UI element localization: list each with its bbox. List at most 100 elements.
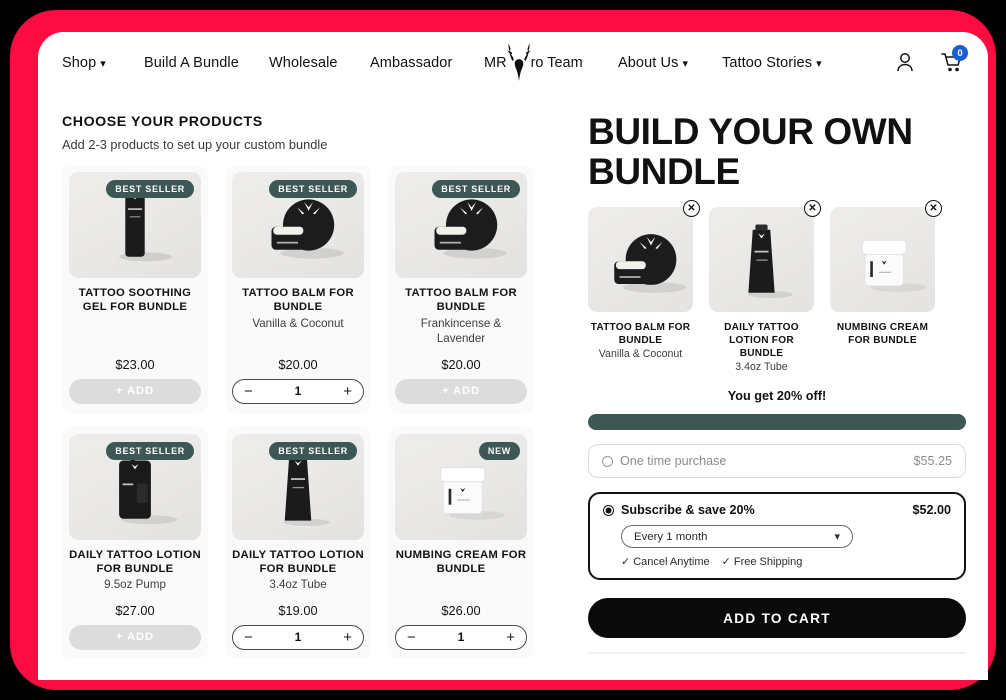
subscription-frequency-select[interactable]: Every 1 month ▾ — [621, 525, 853, 549]
page-title: BUILD YOUR OWN BUNDLE — [588, 111, 913, 192]
product-card[interactable]: BEST SELLER DAILY TATTOO LOTION FOR BUND… — [225, 426, 371, 659]
product-image: BEST SELLER — [69, 433, 201, 540]
bundle-summary-panel: BUILD YOUR OWN BUNDLE ✕ TATTOO BALM FOR … — [566, 94, 988, 680]
browser-viewport: Shop ▾ Build A Bundle Wholesale Ambassad… — [38, 32, 988, 680]
increase-quantity-button[interactable]: + — [506, 630, 515, 645]
product-image: BEST SELLER — [69, 172, 201, 278]
product-image: BEST SELLER — [232, 433, 364, 540]
product-name: DAILY TATTOO LOTION FOR BUNDLE — [69, 548, 201, 575]
product-price: $19.00 — [278, 602, 318, 618]
cart-button[interactable]: 0 — [941, 45, 968, 78]
user-icon — [897, 53, 913, 72]
nav-link-label: About Us — [618, 55, 679, 71]
product-chooser-panel: CHOOSE YOUR PRODUCTS Add 2-3 products to… — [38, 94, 566, 680]
quantity-stepper[interactable]: − 1 + — [395, 624, 527, 650]
cart-count-badge: 0 — [952, 45, 968, 61]
add-product-button[interactable]: + ADD — [69, 624, 201, 650]
chevron-down-icon: ▾ — [816, 57, 822, 70]
radio-subscribe-save[interactable] — [603, 504, 614, 516]
perk-label: Cancel Anytime — [633, 556, 710, 569]
selected-product-image — [588, 207, 693, 313]
remove-product-button[interactable]: ✕ — [683, 200, 700, 218]
quantity-stepper[interactable]: − 1 + — [232, 378, 364, 404]
perk-cancel-anytime: ✓ Cancel Anytime — [621, 555, 710, 568]
perk-label: Free Shipping — [733, 556, 803, 569]
logo-suffix: ro Team — [530, 55, 583, 71]
option-price: $55.25 — [913, 454, 952, 469]
product-variant: Vanilla & Coconut — [252, 316, 344, 330]
chevron-down-icon: ▾ — [682, 57, 689, 70]
product-variant: 9.5oz Pump — [104, 578, 166, 592]
nav-link-label: Ambassador — [370, 55, 453, 71]
decrease-quantity-button[interactable]: − — [407, 630, 416, 645]
selected-product: ✕ NUMBING CREAM FOR BUNDLE — [830, 200, 942, 373]
nav-link-label: Shop — [62, 55, 97, 71]
bundle-progress-bar — [588, 414, 966, 431]
choose-products-heading: CHOOSE YOUR PRODUCTS — [62, 114, 263, 130]
product-name: TATTOO BALM FOR BUNDLE — [242, 287, 354, 314]
product-grid: BEST SELLER TATTOO SOOTHING GEL FOR BUND… — [62, 165, 544, 659]
remove-product-button[interactable]: ✕ — [925, 200, 942, 218]
pink-page-frame: Shop ▾ Build A Bundle Wholesale Ambassad… — [10, 10, 996, 690]
quantity-value: 1 — [294, 630, 302, 645]
selected-product: ✕ DAILY TATTOO LOTION FOR BUNDLE 3.4oz T… — [709, 200, 821, 373]
decrease-quantity-button[interactable]: − — [244, 630, 253, 645]
selected-product-name: DAILY TATTOO LOTION FOR BUNDLE — [724, 322, 799, 360]
radio-one-time-purchase[interactable] — [602, 455, 613, 467]
selected-products-list: ✕ TATTOO BALM FOR BUNDLE Vanilla & Cocon… — [588, 200, 966, 373]
option-label: One time purchase — [620, 454, 727, 469]
nav-link-build-a-bundle[interactable]: Build A Bundle — [144, 55, 239, 71]
selected-product: ✕ TATTOO BALM FOR BUNDLE Vanilla & Cocon… — [588, 200, 700, 373]
nav-link-shop[interactable]: Shop ▾ — [62, 55, 106, 71]
selected-product-image — [830, 207, 935, 313]
product-price: $26.00 — [441, 602, 481, 618]
quantity-stepper[interactable]: − 1 + — [232, 624, 364, 650]
product-card[interactable]: BEST SELLER TATTOO BALM FOR BUNDLE Frank… — [388, 165, 534, 413]
nav-link-wholesale[interactable]: Wholesale — [269, 55, 338, 71]
option-subscribe-save[interactable]: Subscribe & save 20% $52.00 Every 1 mont… — [588, 492, 966, 581]
option-price: $52.00 — [912, 503, 951, 518]
nav-link-label: Tattoo Stories — [722, 55, 813, 71]
product-name: TATTOO SOOTHING GEL FOR BUNDLE — [78, 287, 192, 314]
increase-quantity-button[interactable]: + — [343, 630, 352, 645]
option-one-time-purchase[interactable]: One time purchase $55.25 — [588, 444, 966, 479]
product-name: TATTOO BALM FOR BUNDLE — [405, 287, 517, 314]
product-price: $20.00 — [278, 356, 318, 372]
product-badge: NEW — [478, 441, 520, 460]
product-badge: BEST SELLER — [269, 441, 357, 460]
discount-message: You get 20% off! — [727, 389, 827, 404]
decrease-quantity-button[interactable]: − — [244, 384, 253, 399]
nav-link-label: Wholesale — [269, 55, 338, 71]
product-card[interactable]: NEW NUMBING CREAM FOR BUNDLE $26.00 − 1 … — [388, 426, 534, 659]
product-name: NUMBING CREAM FOR BUNDLE — [395, 548, 527, 575]
product-variant: Frankincense & Lavender — [420, 316, 502, 346]
product-card[interactable]: BEST SELLER DAILY TATTOO LOTION FOR BUND… — [62, 426, 208, 659]
site-logo[interactable]: MR ro Team — [484, 43, 583, 83]
nav-link-about-us[interactable]: About Us ▾ — [618, 55, 688, 71]
nav-link-tattoo-stories[interactable]: Tattoo Stories ▾ — [722, 55, 822, 71]
product-image: BEST SELLER — [395, 172, 527, 278]
nav-link-label: Build A Bundle — [144, 55, 239, 71]
option-label: Subscribe & save 20% — [621, 503, 755, 518]
increase-quantity-button[interactable]: + — [343, 384, 352, 399]
quantity-value: 1 — [294, 384, 302, 398]
selected-product-name: NUMBING CREAM FOR BUNDLE — [836, 322, 929, 347]
add-product-button[interactable]: + ADD — [69, 378, 201, 404]
product-card[interactable]: BEST SELLER TATTOO SOOTHING GEL FOR BUND… — [62, 165, 208, 413]
main-navigation: Shop ▾ Build A Bundle Wholesale Ambassad… — [38, 32, 988, 94]
choose-products-subheading: Add 2-3 products to set up your custom b… — [62, 137, 328, 152]
product-badge: BEST SELLER — [106, 441, 194, 460]
remove-product-button[interactable]: ✕ — [804, 200, 821, 218]
nav-link-ambassador[interactable]: Ambassador — [370, 55, 452, 71]
add-product-button[interactable]: + ADD — [395, 378, 527, 404]
product-price: $23.00 — [115, 356, 155, 372]
product-price: $27.00 — [115, 602, 155, 618]
add-to-cart-button[interactable]: ADD TO CART — [588, 598, 966, 639]
selected-product-variant: Vanilla & Coconut — [598, 348, 683, 361]
account-button[interactable] — [896, 52, 914, 77]
quantity-value: 1 — [457, 630, 465, 645]
product-badge: BEST SELLER — [106, 180, 194, 198]
product-card[interactable]: BEST SELLER TATTOO BALM FOR BUNDLE Vanil… — [225, 165, 371, 413]
subscription-frequency-value: Every 1 month — [634, 530, 708, 543]
subscription-perks: ✓ Cancel Anytime ✓ Free Shipping — [621, 555, 951, 568]
